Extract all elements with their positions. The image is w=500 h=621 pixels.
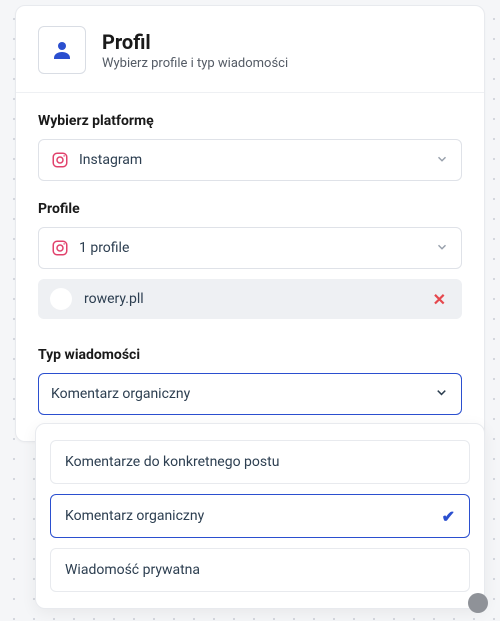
option-specific-post[interactable]: Komentarze do konkretnego postu [50, 440, 470, 484]
check-icon: ✔ [442, 507, 455, 526]
profile-name: rowery.pll [84, 291, 417, 307]
profile-count: 1 profile [79, 240, 425, 256]
chevron-down-icon [435, 239, 449, 258]
chevron-down-icon [435, 151, 449, 170]
profile-icon-box [38, 26, 86, 74]
profile-section: Profile 1 profile rowery.pll ✕ [16, 201, 484, 319]
message-type-value: Komentarz organiczny [51, 386, 424, 402]
page-subtitle: Wybierz profile i typ wiadomości [102, 56, 288, 71]
option-private-message[interactable]: Wiadomość prywatna [50, 548, 470, 592]
header-text: Profil Wybierz profile i typ wiadomości [102, 30, 288, 71]
option-organic-comment[interactable]: Komentarz organiczny ✔ [50, 494, 470, 538]
profile-avatar [50, 288, 72, 310]
message-type-label: Typ wiadomości [38, 347, 462, 363]
person-icon [50, 38, 74, 62]
option-label: Wiadomość prywatna [65, 562, 455, 578]
message-type-dropdown: Komentarze do konkretnego postu Komentar… [35, 423, 485, 609]
option-label: Komentarze do konkretnego postu [65, 454, 455, 470]
option-label: Komentarz organiczny [65, 508, 442, 524]
message-type-select[interactable]: Komentarz organiczny [38, 373, 462, 415]
instagram-icon [51, 239, 69, 257]
profile-label: Profile [38, 201, 462, 217]
card-header: Profil Wybierz profile i typ wiadomości [16, 6, 484, 93]
message-type-section: Typ wiadomości Komentarz organiczny [16, 347, 484, 415]
profile-select[interactable]: 1 profile [38, 227, 462, 269]
profile-step-card: Profil Wybierz profile i typ wiadomości … [15, 5, 485, 442]
selected-profile-chip: rowery.pll ✕ [38, 279, 462, 319]
platform-value: Instagram [79, 152, 425, 168]
instagram-icon [51, 151, 69, 169]
platform-select[interactable]: Instagram [38, 139, 462, 181]
platform-section: Wybierz platformę Instagram [16, 113, 484, 181]
platform-label: Wybierz platformę [38, 113, 462, 129]
chevron-down-icon [434, 385, 449, 404]
remove-profile-button[interactable]: ✕ [429, 290, 450, 309]
chat-bubble-icon[interactable] [468, 593, 488, 613]
page-title: Profil [102, 30, 288, 54]
